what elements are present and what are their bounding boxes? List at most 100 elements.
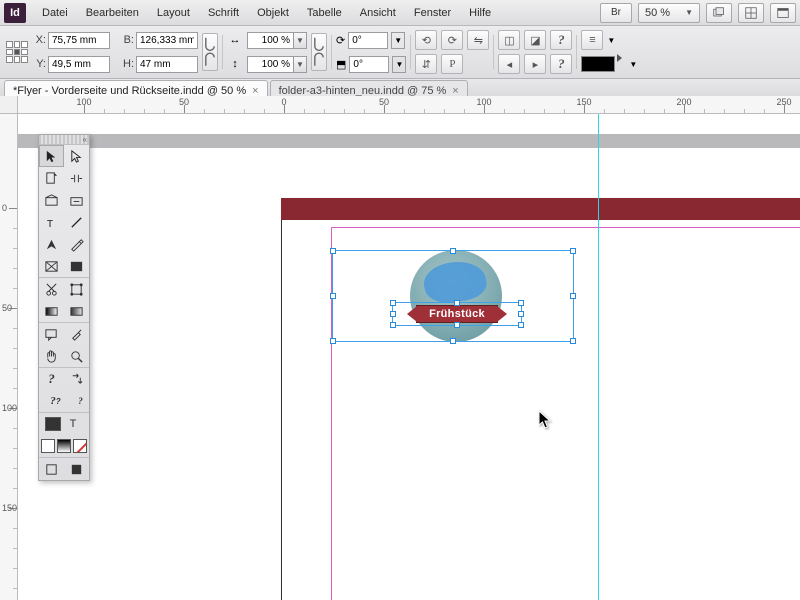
scale-y-field[interactable]: ▼ [247, 56, 307, 73]
select-container-icon[interactable]: ◫ [498, 30, 520, 50]
tools-panel[interactable]: « T ? ? ? ? [38, 134, 90, 481]
chevron-down-icon[interactable]: ▼ [293, 56, 307, 73]
note-tool[interactable] [39, 323, 64, 345]
menu-ansicht[interactable]: Ansicht [352, 4, 404, 22]
x-input[interactable] [48, 32, 110, 49]
constrain-scale-icon[interactable] [311, 33, 327, 71]
canvas[interactable]: Frühstück [18, 114, 800, 600]
menu-schrift[interactable]: Schrift [200, 4, 247, 22]
menu-fenster[interactable]: Fenster [406, 4, 459, 22]
close-icon[interactable]: × [452, 85, 458, 97]
reference-point[interactable] [6, 41, 28, 63]
page-red-bar [281, 198, 800, 220]
color-mode-row[interactable] [39, 435, 89, 457]
y-field[interactable]: Y: [32, 56, 110, 73]
apply-none-icon[interactable] [41, 439, 55, 453]
h-field[interactable]: H: [120, 56, 198, 73]
content-placer-tool[interactable] [64, 189, 89, 211]
flip-h-icon[interactable]: ⇋ [467, 30, 489, 50]
workspace-button[interactable] [770, 3, 796, 23]
scale-x-field[interactable]: ▼ [247, 32, 307, 49]
fill-stroke-formatting[interactable]: T [39, 413, 89, 435]
menu-bearbeiten[interactable]: Bearbeiten [78, 4, 147, 22]
gap-tool[interactable] [64, 167, 89, 189]
apply-color-icon[interactable] [45, 417, 61, 431]
w-field[interactable]: B: [120, 32, 198, 49]
eyedropper-tool[interactable] [64, 323, 89, 345]
type-tool[interactable]: T [39, 211, 64, 233]
chevron-down-icon[interactable]: ▼ [293, 32, 307, 49]
content-collector-tool[interactable] [39, 189, 64, 211]
select-prev-icon[interactable]: ◂ [498, 54, 520, 74]
x-field[interactable]: X: [32, 32, 110, 49]
pen-tool[interactable] [39, 233, 64, 255]
guide-cyan[interactable] [598, 114, 599, 600]
rectangle-tool[interactable] [64, 255, 89, 277]
bridge-button[interactable]: Br [600, 3, 632, 23]
menu-layout[interactable]: Layout [149, 4, 198, 22]
menu-tabelle[interactable]: Tabelle [299, 4, 350, 22]
ruler-origin[interactable] [0, 96, 18, 114]
ruler-vertical[interactable]: 050100150200 [0, 114, 18, 600]
free-transform-tool[interactable] [64, 278, 89, 300]
scissors-tool[interactable] [39, 278, 64, 300]
chevron-down-icon[interactable]: ▼ [607, 36, 615, 45]
help-icon[interactable]: ? [550, 30, 572, 50]
ruler-horizontal[interactable]: 10050050100150200250 [18, 96, 800, 114]
selection-tool[interactable] [39, 145, 64, 167]
rotate-cw-icon[interactable]: ⟳ [441, 30, 463, 50]
selection-ribbon[interactable] [392, 302, 522, 326]
view-mode-normal[interactable] [39, 458, 64, 480]
rectangle-frame-tool[interactable] [39, 255, 64, 277]
select-content-icon[interactable]: ◪ [524, 30, 546, 50]
chevron-down-icon[interactable]: ▼ [391, 32, 405, 49]
rotate-field[interactable]: ⟳ 0°▼ [336, 29, 406, 51]
help2-icon[interactable]: ? [550, 54, 572, 74]
hand-tool[interactable] [39, 345, 64, 367]
direct-selection-tool[interactable] [64, 145, 89, 167]
y-input[interactable] [48, 56, 110, 73]
arrange-button[interactable] [738, 3, 764, 23]
stroke-swatch[interactable] [581, 56, 615, 72]
gradient-feather-tool[interactable] [64, 300, 89, 322]
w-input[interactable] [136, 32, 198, 49]
selection-group[interactable] [332, 250, 574, 342]
svg-text:T: T [47, 219, 54, 230]
help-tool-1[interactable]: ? [39, 368, 64, 390]
scale-x-icon: ↔ [227, 34, 243, 46]
apply-none2-icon[interactable] [73, 439, 87, 453]
app-logo: Id [4, 3, 26, 23]
menu-objekt[interactable]: Objekt [249, 4, 297, 22]
flip-v-icon[interactable]: ⇵ [415, 54, 437, 74]
close-icon[interactable]: × [252, 85, 258, 97]
panel-grip[interactable]: « [39, 135, 89, 145]
page-tool[interactable] [39, 167, 64, 189]
chevron-down-icon[interactable]: ▼ [392, 56, 406, 73]
h-input[interactable] [136, 56, 198, 73]
work-area: 10050050100150200250 050100150200 Frühst… [0, 96, 800, 600]
shear-field[interactable]: ⬒ 0°▼ [336, 53, 406, 75]
gradient-swatch-tool[interactable] [39, 300, 64, 322]
zoom-value: 50 % [645, 7, 670, 19]
line-tool[interactable] [64, 211, 89, 233]
help-tool-3[interactable]: ? [72, 390, 89, 412]
constrain-wh-icon[interactable] [202, 33, 218, 71]
zoom-combo[interactable]: 50 % ▼ [638, 3, 700, 23]
select-next-icon[interactable]: ▸ [524, 54, 546, 74]
help-tool-2[interactable]: ? ? [39, 390, 72, 412]
view-mode-preview[interactable] [64, 458, 89, 480]
collapse-icon[interactable]: « [83, 135, 87, 144]
menu-datei[interactable]: Datei [34, 4, 76, 22]
chevron-down-icon[interactable]: ▼ [629, 60, 637, 69]
stroke-weight-icon[interactable]: ≡ [581, 30, 603, 50]
apply-gradient-icon[interactable] [57, 439, 71, 453]
zoom-tool[interactable] [64, 345, 89, 367]
screen-mode-button[interactable] [706, 3, 732, 23]
placeholder-p-icon: P [441, 54, 463, 74]
rotate-ccw-icon[interactable]: ⟲ [415, 30, 437, 50]
pencil-tool[interactable] [64, 233, 89, 255]
swap-fill-stroke-icon[interactable] [64, 368, 89, 390]
type-formatting-icon[interactable]: T [63, 413, 83, 435]
menu-hilfe[interactable]: Hilfe [461, 4, 499, 22]
control-bar: X: B: Y: H: ↔ ▼ ↕ ▼ [0, 26, 800, 79]
